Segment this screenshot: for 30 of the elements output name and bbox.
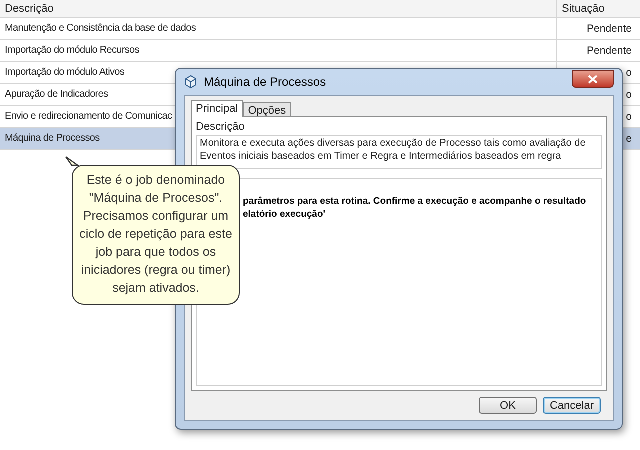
table-row[interactable]: Manutenção e Consistência da base de dados Pendente [0,18,640,40]
callout: Este é o job denominado "Máquina de Procesos". Precisamos configurar um ciclo de repetição para este job para que todos os iniciadores (regra ou timer) sejam ativados. [72,165,240,305]
table-row[interactable]: Importação do módulo Recursos Pendente [0,40,640,62]
table-cell: o [626,110,632,124]
close-icon [588,74,598,84]
cube-icon [184,75,198,89]
table-cell: Apuração de Indicadores [5,88,108,102]
message-text: parâmetros para esta rotina. Confirme a execução e acompanhe o resultado [243,195,586,208]
column-header[interactable]: Situação [557,0,640,17]
column-header[interactable]: Descrição [0,0,557,17]
table-cell: Pendente [587,22,632,36]
table-cell: Máquina de Processos [5,132,100,146]
tab[interactable]: Opções [243,102,292,117]
table-cell: Importação do módulo Ativos [5,66,125,80]
table-cell: Importação do módulo Recursos [5,44,140,58]
description-field[interactable]: Monitora e executa ações diversas para execução de Processo tais como avaliação de Eventos iniciais baseados em Timer e Regra e Intermediários baseados em regra [196,135,602,169]
table-cell: Envio e redirecionamento de Comunicac [5,110,172,124]
table-cell: o [626,88,632,102]
callout-pointer [65,156,79,166]
table-cell: e [626,132,632,146]
dialog-button[interactable]: Cancelar [543,397,601,414]
window-title: Máquina de Processos [204,74,326,91]
message-text: elatório execução' [243,208,326,221]
dialog-button[interactable]: OK [479,397,537,414]
tab[interactable]: Principal [191,100,244,117]
field-label: Descrição [196,120,246,134]
table-cell: o [626,66,632,80]
table-cell: Manutenção e Consistência da base de dados [5,22,196,36]
close-button[interactable] [572,70,614,88]
table-cell: Pendente [587,44,632,58]
